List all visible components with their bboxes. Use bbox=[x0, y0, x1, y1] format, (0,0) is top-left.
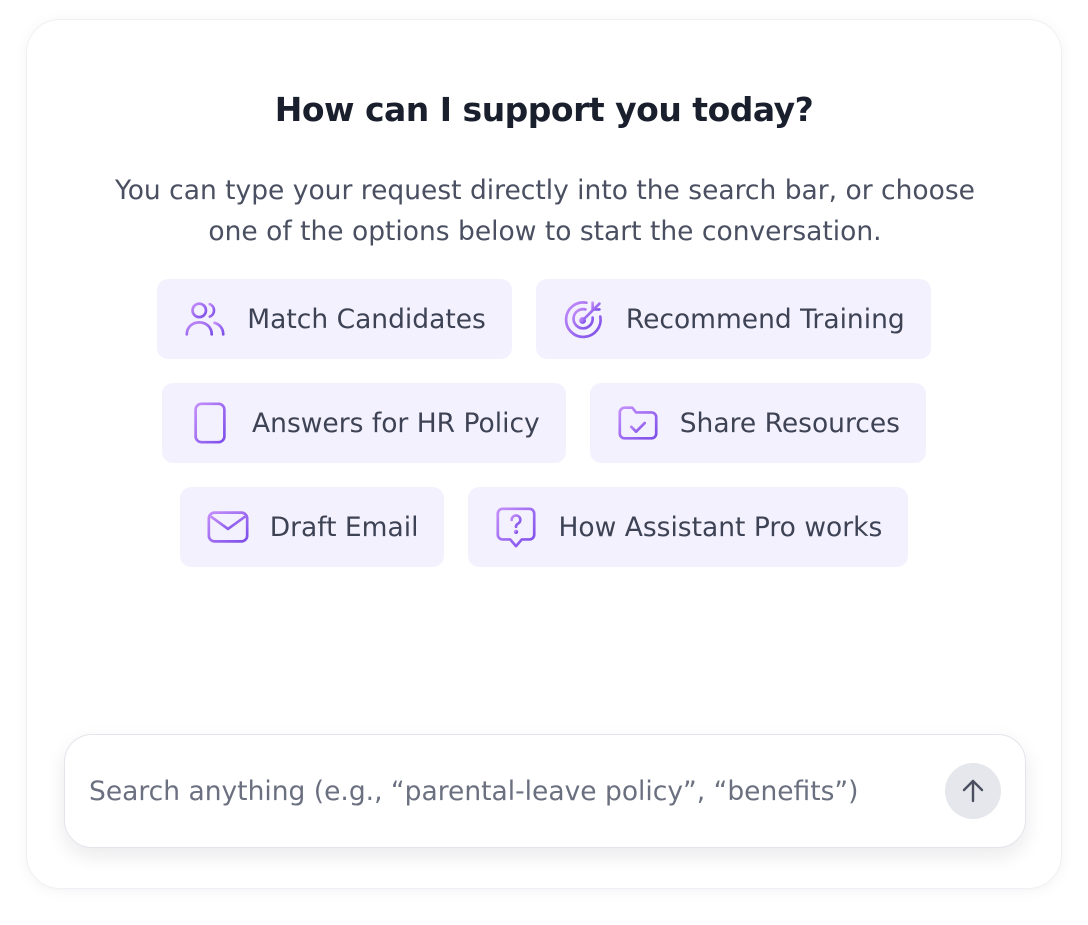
option-label: Recommend Training bbox=[625, 303, 905, 335]
quick-options: Match Candidates Recommend Training Answ… bbox=[27, 279, 1061, 591]
option-label: Match Candidates bbox=[247, 303, 486, 335]
arrow-up-icon bbox=[958, 776, 988, 806]
options-row: Draft Email How Assistant Pro works bbox=[27, 487, 1061, 567]
mail-icon bbox=[204, 503, 252, 551]
page-title: How can I support you today? bbox=[274, 90, 814, 129]
search-input[interactable] bbox=[89, 765, 919, 817]
send-button[interactable] bbox=[945, 763, 1001, 819]
option-label: Answers for HR Policy bbox=[252, 407, 540, 439]
draft-email-button[interactable]: Draft Email bbox=[179, 487, 445, 567]
folder-check-icon bbox=[614, 399, 662, 447]
assistant-card: How can I support you today? You can typ… bbox=[26, 19, 1062, 889]
question-bubble-icon bbox=[492, 503, 540, 551]
option-label: Draft Email bbox=[269, 511, 419, 543]
answers-for-hr-policy-button[interactable]: Answers for HR Policy bbox=[162, 383, 566, 463]
users-icon bbox=[181, 295, 229, 343]
options-row: Answers for HR Policy Share Resources bbox=[27, 383, 1061, 463]
page-subtitle: You can type your request directly into … bbox=[115, 175, 975, 247]
search-bar bbox=[64, 734, 1026, 848]
share-resources-button[interactable]: Share Resources bbox=[589, 383, 926, 463]
match-candidates-button[interactable]: Match Candidates bbox=[157, 279, 512, 359]
document-icon bbox=[186, 399, 234, 447]
option-label: How Assistant Pro works bbox=[558, 511, 883, 543]
recommend-training-button[interactable]: Recommend Training bbox=[535, 279, 931, 359]
option-label: Share Resources bbox=[679, 407, 900, 439]
how-assistant-pro-works-button[interactable]: How Assistant Pro works bbox=[468, 487, 909, 567]
options-row: Match Candidates Recommend Training bbox=[27, 279, 1061, 359]
target-icon bbox=[560, 295, 608, 343]
